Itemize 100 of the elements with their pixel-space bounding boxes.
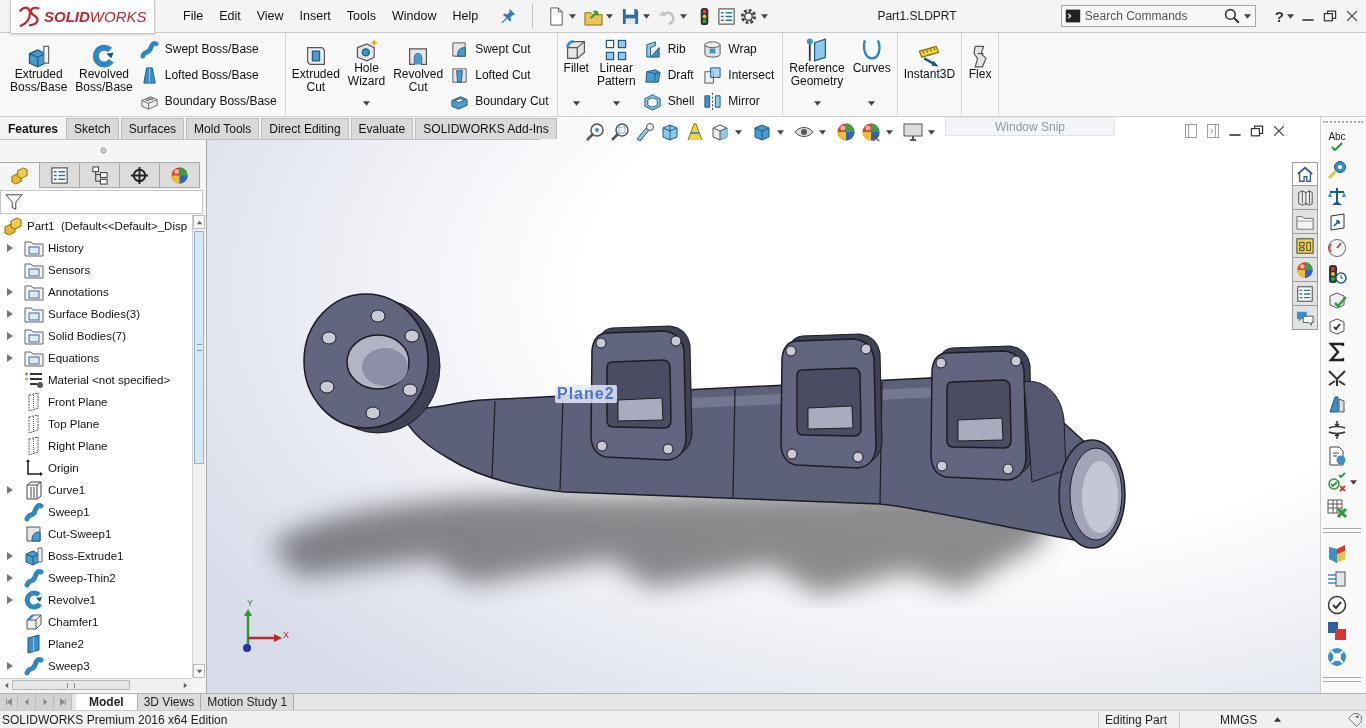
tree-item[interactable]: Equations	[0, 347, 192, 369]
ribbon-button[interactable]: Revolved Cut	[390, 36, 447, 114]
ribbon-button[interactable]: Rib	[640, 36, 700, 62]
cone-icon[interactable]	[685, 122, 705, 142]
thickness-arrows-icon[interactable]	[1327, 420, 1347, 440]
caret-icon[interactable]	[606, 13, 614, 19]
ribbon-button[interactable]: Instant3D	[900, 36, 959, 114]
search-box[interactable]: Search Commands	[1060, 5, 1256, 27]
gauge-icon[interactable]	[1327, 238, 1347, 258]
ribbon-button[interactable]: Swept Cut	[448, 36, 554, 62]
tree-item[interactable]: Cut-Sweep1	[0, 523, 192, 545]
office-document-icon[interactable]	[1327, 621, 1347, 641]
task-pane-tab[interactable]	[1292, 210, 1318, 234]
task-pane-tab[interactable]	[1292, 258, 1318, 282]
ribbon-button[interactable]: Shell	[640, 88, 700, 114]
gear-icon[interactable]	[739, 6, 759, 26]
caret-icon[interactable]	[928, 129, 935, 135]
tree-item[interactable]: Right Plane	[0, 435, 192, 457]
task-pane-tab[interactable]	[1292, 282, 1318, 306]
ribbon-button[interactable]: Mirror	[701, 88, 780, 114]
tree-item[interactable]: Boss-Extrude1	[0, 545, 192, 567]
caret-icon[interactable]	[1287, 13, 1294, 19]
menu-item[interactable]: Help	[444, 9, 487, 23]
tree-item[interactable]: Curve1	[0, 479, 192, 501]
tree-item[interactable]: Sensors	[0, 259, 192, 281]
ribbon-button[interactable]: Extruded Cut	[288, 36, 343, 114]
caret-icon[interactable]	[777, 129, 784, 135]
caret-icon[interactable]	[886, 129, 893, 135]
list-icon[interactable]	[717, 6, 737, 26]
ribbon-button[interactable]: Lofted Boss/Base	[137, 62, 282, 88]
magnifier-box-icon[interactable]	[610, 122, 630, 142]
ribbon-button[interactable]: Lofted Cut	[448, 62, 554, 88]
caret-icon[interactable]	[735, 129, 742, 135]
caret-icon[interactable]	[1350, 479, 1357, 485]
spreadsheet-icon[interactable]	[1327, 498, 1347, 518]
tree-item[interactable]: Solid Bodies(7)	[0, 325, 192, 347]
tree-item[interactable]: Sweep1	[0, 501, 192, 523]
caret-icon[interactable]	[569, 13, 577, 19]
menu-item[interactable]: File	[175, 9, 212, 23]
flow-icon[interactable]	[1327, 569, 1347, 589]
tree-item[interactable]: Part1 (Default<<Default>_Disp	[0, 215, 192, 237]
menu-item[interactable]: Edit	[211, 9, 249, 23]
monitor-icon[interactable]	[903, 122, 923, 142]
lifebuoy-icon[interactable]	[1327, 647, 1347, 667]
bottom-tab[interactable]: 3D Views	[137, 694, 202, 710]
draft-analysis-icon[interactable]	[1327, 394, 1347, 414]
tree-item[interactable]: Revolve1	[0, 589, 192, 611]
ribbon-button[interactable]: Hole Wizard	[344, 36, 389, 114]
magnifier-icon[interactable]	[585, 122, 605, 142]
scroll-thumb[interactable]	[194, 231, 204, 464]
tape-measure-icon[interactable]	[1327, 160, 1347, 180]
caret-icon[interactable]	[761, 13, 769, 19]
horizontal-scrollbar[interactable]	[0, 678, 191, 691]
restore-icon[interactable]	[1322, 8, 1338, 24]
tree-item[interactable]: Sweep-Thin2	[0, 567, 192, 589]
menu-item[interactable]: Insert	[291, 9, 339, 23]
scroll-thumb[interactable]	[12, 680, 130, 690]
task-pane-tab[interactable]	[1292, 162, 1318, 186]
help-button[interactable]: ?	[1271, 7, 1287, 25]
traffic-light-clock-icon[interactable]	[1327, 264, 1347, 284]
task-pane-tab[interactable]	[1292, 234, 1318, 258]
caret-icon[interactable]	[819, 129, 826, 135]
restore-icon[interactable]	[1249, 123, 1265, 139]
check-cross-icon[interactable]	[1327, 472, 1347, 492]
panel-tab[interactable]	[80, 162, 120, 188]
search-icon[interactable]	[1223, 8, 1240, 24]
tree-item[interactable]: Surface Bodies(3)	[0, 303, 192, 325]
command-tab[interactable]: Surfaces	[120, 118, 185, 139]
panel-tab[interactable]	[120, 162, 160, 188]
curvature-icon[interactable]	[1327, 543, 1347, 563]
balance-scale-icon[interactable]	[1327, 186, 1347, 206]
arrow-frame-icon[interactable]	[1327, 212, 1347, 232]
command-tab[interactable]: Sketch	[66, 118, 119, 139]
ribbon-button[interactable]: Swept Boss/Base	[137, 36, 282, 62]
command-tab[interactable]: Mold Tools	[186, 118, 260, 139]
task-pane-tab[interactable]	[1292, 186, 1318, 210]
pane-left-icon[interactable]	[1183, 123, 1199, 139]
tree-item[interactable]: History	[0, 237, 192, 259]
sigma-icon[interactable]	[1327, 342, 1347, 362]
ribbon-button[interactable]: Curves	[849, 36, 894, 114]
ribbon-button[interactable]: Linear Pattern	[593, 36, 639, 114]
spell-check-button[interactable]: Abc	[1327, 132, 1347, 154]
menu-item[interactable]: Window	[384, 9, 445, 23]
tree-item[interactable]: Chamfer1	[0, 611, 192, 633]
ribbon-button[interactable]: Boundary Boss/Base	[137, 88, 282, 114]
command-tab[interactable]: Direct Editing	[261, 118, 349, 139]
ribbon-button[interactable]: Boundary Cut	[448, 88, 554, 114]
command-tab[interactable]: Evaluate	[350, 118, 414, 139]
ribbon-button[interactable]: Flex	[965, 36, 996, 114]
tree-item[interactable]: Top Plane	[0, 413, 192, 435]
tree-item[interactable]: Annotations	[0, 281, 192, 303]
command-tab[interactable]: SOLIDWORKS Add-Ins	[415, 118, 557, 139]
tree-item[interactable]: Plane2	[0, 633, 192, 655]
bottom-tab[interactable]: Model	[76, 694, 138, 710]
menu-item[interactable]: Tools	[338, 9, 385, 23]
close-icon[interactable]	[1344, 8, 1360, 24]
search-field[interactable]: Search Commands	[1084, 7, 1220, 25]
check-cube-icon[interactable]	[1327, 290, 1347, 310]
converging-arrows-icon[interactable]	[1327, 368, 1347, 388]
menu-item[interactable]: View	[248, 9, 292, 23]
